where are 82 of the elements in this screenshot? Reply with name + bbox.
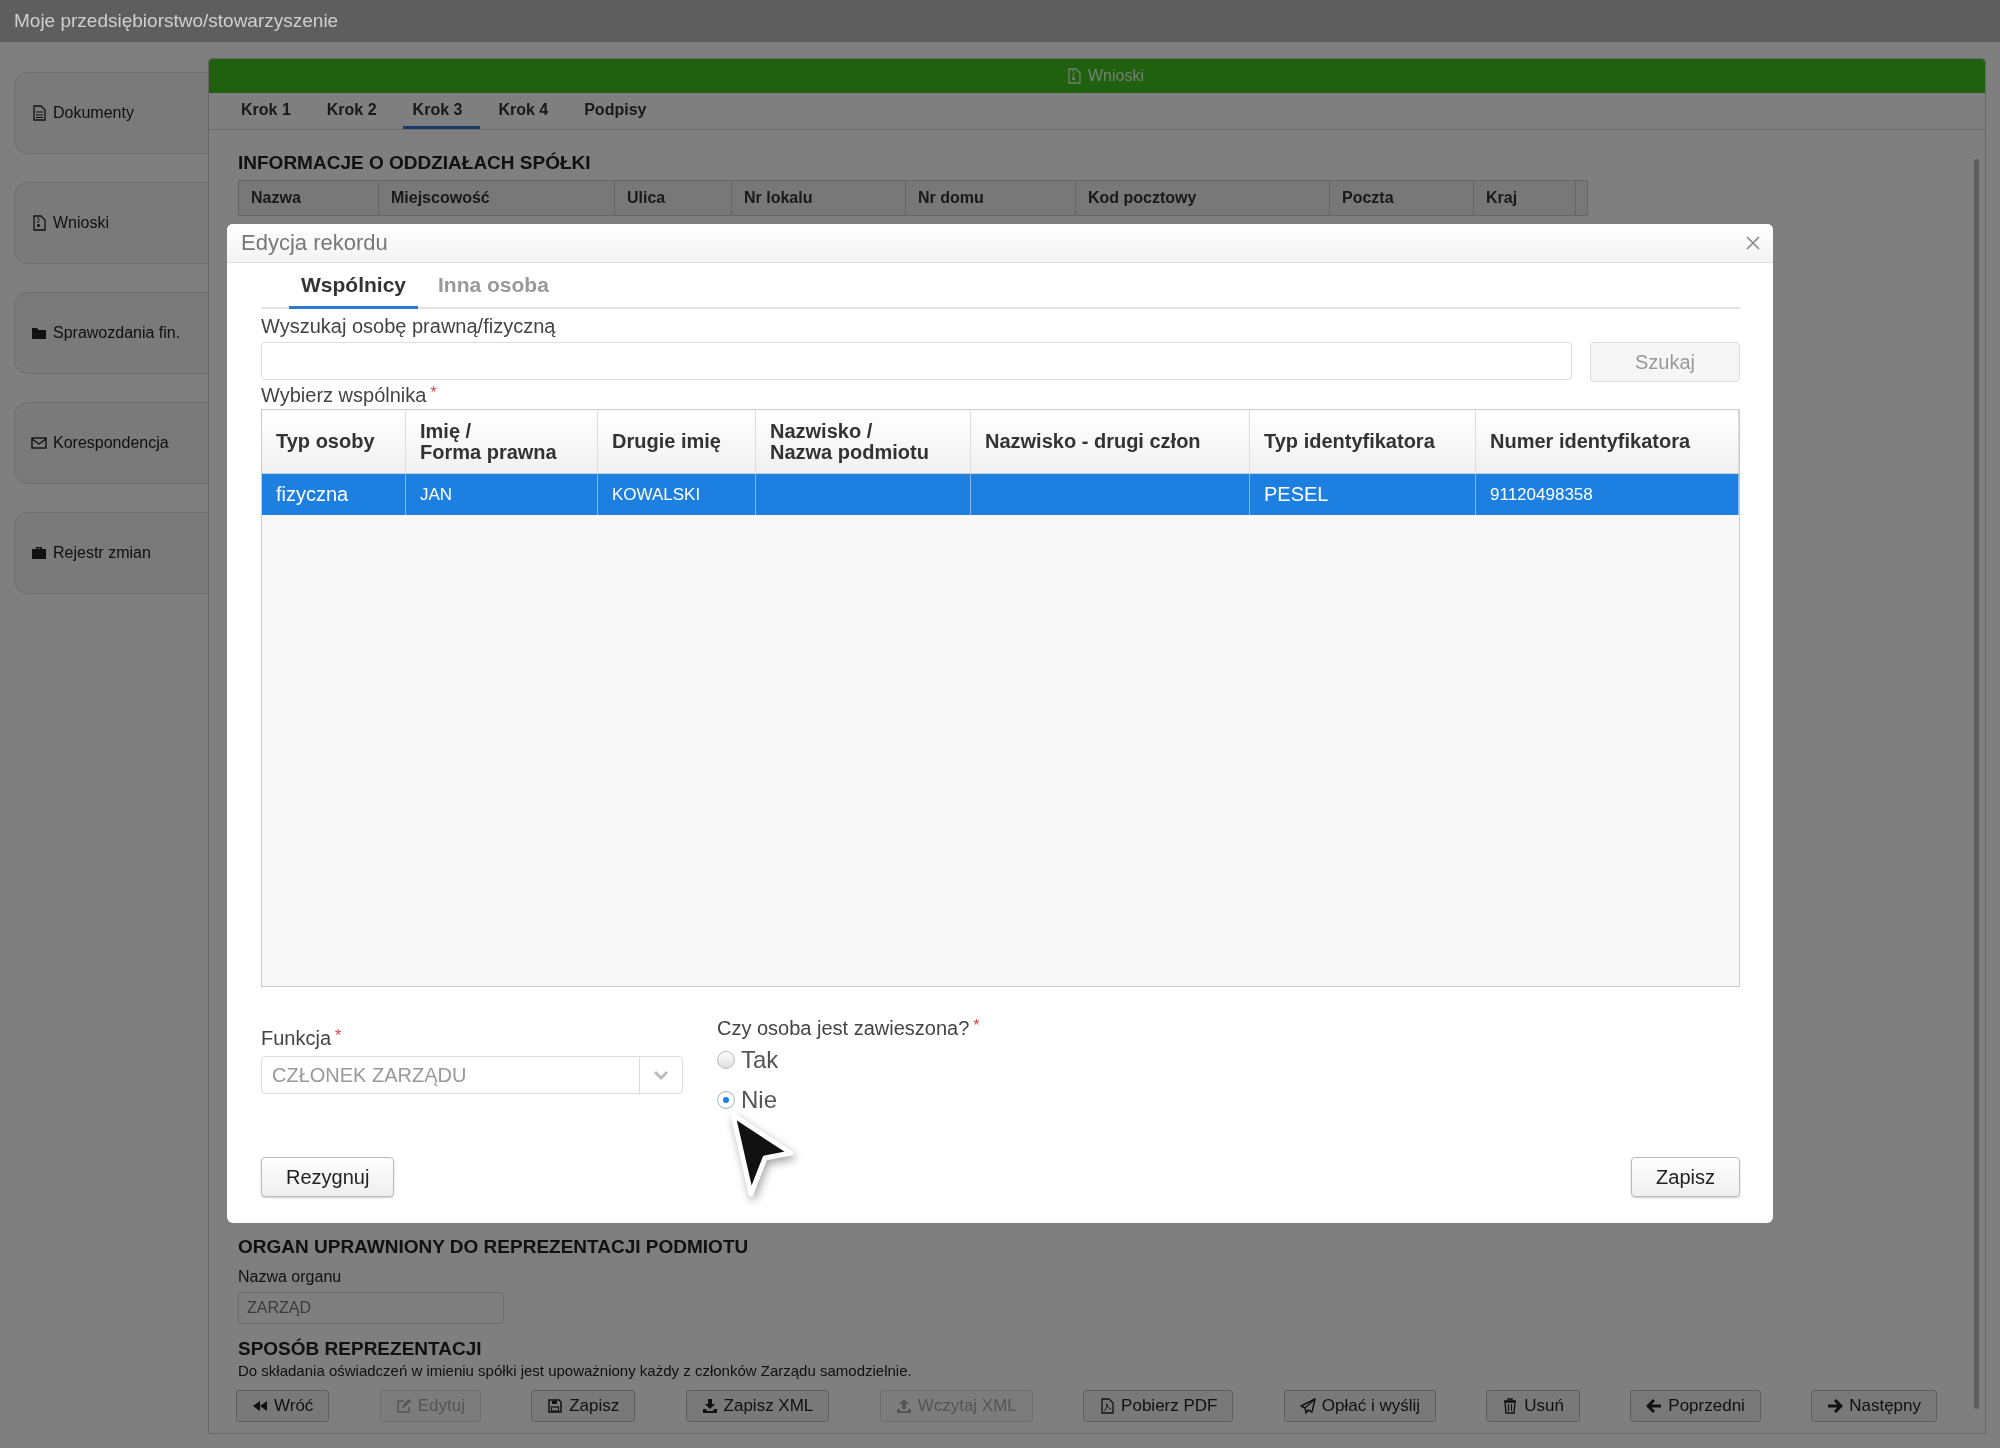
save-button[interactable]: Zapisz: [1631, 1157, 1740, 1197]
field-label: Wybierz wspólnika: [261, 384, 427, 407]
paper-plane-icon: [1299, 1398, 1316, 1414]
column-header: Nazwa: [239, 181, 379, 215]
column-header: Poczta: [1330, 181, 1474, 215]
radio-label[interactable]: Nie: [741, 1086, 777, 1114]
sidebar-item[interactable]: Korespondencja: [14, 402, 208, 484]
column-header: Imię / Forma prawna: [406, 410, 598, 473]
action-button[interactable]: Pobierz PDF: [1083, 1390, 1234, 1422]
arrow-left-icon: [1646, 1398, 1663, 1414]
section-heading: SPOSÓB REPREZENTACJI: [238, 1338, 483, 1360]
tab[interactable]: Inna osoba: [426, 263, 561, 309]
rewind-icon: [252, 1398, 268, 1414]
field-label: Czy osoba jest zawieszona?: [717, 1017, 970, 1040]
pdf-file-icon: [1099, 1398, 1116, 1414]
action-button[interactable]: Poprzedni: [1630, 1390, 1761, 1422]
envelope-icon: [31, 435, 47, 451]
action-button[interactable]: Opłać i wyślij: [1283, 1390, 1437, 1422]
step-tab[interactable]: Krok 1: [231, 93, 309, 129]
trash-icon: [1502, 1398, 1519, 1414]
required-mark: *: [973, 1017, 980, 1036]
search-field[interactable]: [261, 342, 1572, 380]
step-tab[interactable]: Krok 4: [488, 93, 567, 129]
column-header: Miejscowość: [379, 181, 615, 215]
document-icon: [31, 105, 47, 121]
action-button[interactable]: Zapisz: [531, 1390, 636, 1422]
table-cell: PESEL: [1264, 483, 1329, 506]
column-header: Nazwisko / Nazwa podmiotu: [756, 410, 971, 473]
column-header: Kraj: [1474, 181, 1576, 215]
table-cell: fizyczna: [276, 483, 349, 506]
column-header: Kod pocztowy: [1076, 181, 1330, 215]
sidebar-item[interactable]: Sprawozdania fin.: [14, 292, 208, 374]
table-cell: KOWALSKI: [612, 484, 701, 505]
sidebar-item[interactable]: Rejestr zmian: [14, 512, 208, 594]
action-button[interactable]: Zapisz XML: [685, 1390, 830, 1422]
input-field[interactable]: ZARZĄD: [238, 1292, 504, 1324]
download-icon: [701, 1398, 718, 1414]
arrow-right-icon: [1827, 1398, 1844, 1414]
panel-title: Wnioski: [1088, 67, 1144, 85]
section-heading: ORGAN UPRAWNIONY DO REPREZENTACJI PODMIOTU: [238, 1236, 750, 1258]
column-header: Ulica: [615, 181, 732, 215]
radio-button[interactable]: [717, 1051, 735, 1069]
column-header: Nr lokalu: [732, 181, 906, 215]
required-mark: *: [430, 384, 437, 403]
edit-icon: [395, 1398, 412, 1414]
required-mark: *: [335, 1027, 342, 1046]
field-label: Nazwa organu: [238, 1268, 343, 1286]
column-header: Nazwisko - drugi człon: [971, 410, 1250, 473]
sidebar-item[interactable]: Wnioski: [14, 182, 208, 264]
folder-icon: [31, 325, 47, 341]
save-icon: [547, 1398, 564, 1414]
table-cell: JAN: [420, 484, 453, 505]
close-icon: [1745, 235, 1761, 251]
column-header: Typ osoby: [262, 410, 406, 473]
paragraph: Do składania oświadczeń w imieniu spółki jest upoważniony każdy z członków Zarządu samodzielnie.: [238, 1362, 913, 1379]
page-title: Moje przedsiębiorstwo/stowarzyszenie: [14, 10, 339, 32]
dialog-title: Edycja rekordu: [241, 230, 388, 256]
column-header: Nr domu: [906, 181, 1076, 215]
section-heading: INFORMACJE O ODDZIAŁACH SPÓŁKI: [238, 152, 592, 174]
upload-icon: [895, 1398, 912, 1414]
field-label: Wyszukaj osobę prawną/fizyczną: [261, 315, 557, 338]
action-button[interactable]: Usuń: [1486, 1390, 1580, 1422]
zip-file-icon: [31, 215, 47, 231]
tab[interactable]: Wspólnicy: [289, 263, 418, 309]
action-button[interactable]: Wróć: [236, 1390, 330, 1422]
table-cell: 91120498358: [1490, 484, 1593, 505]
briefcase-icon: [31, 545, 47, 561]
column-header: Typ identyfikatora: [1250, 410, 1476, 473]
zip-file-icon: [1066, 68, 1082, 84]
table-row[interactable]: fizyczna JAN KOWALSKI PESEL 91120498358: [262, 474, 1739, 515]
field-label: Funkcja: [261, 1027, 332, 1050]
step-tab[interactable]: Krok 2: [316, 93, 395, 129]
step-tab[interactable]: Podpisy: [574, 93, 665, 129]
scrollbar[interactable]: [1974, 159, 1979, 1409]
column-header: Drugie imię: [598, 410, 756, 473]
sidebar-item[interactable]: Dokumenty: [14, 72, 208, 154]
step-tab[interactable]: Krok 3: [402, 93, 481, 129]
radio-button[interactable]: [717, 1091, 735, 1109]
radio-label[interactable]: Tak: [741, 1046, 779, 1074]
column-header: Numer identyfikatora: [1476, 410, 1739, 473]
action-button[interactable]: Następny: [1811, 1390, 1937, 1422]
cancel-button[interactable]: Rezygnuj: [261, 1157, 395, 1197]
